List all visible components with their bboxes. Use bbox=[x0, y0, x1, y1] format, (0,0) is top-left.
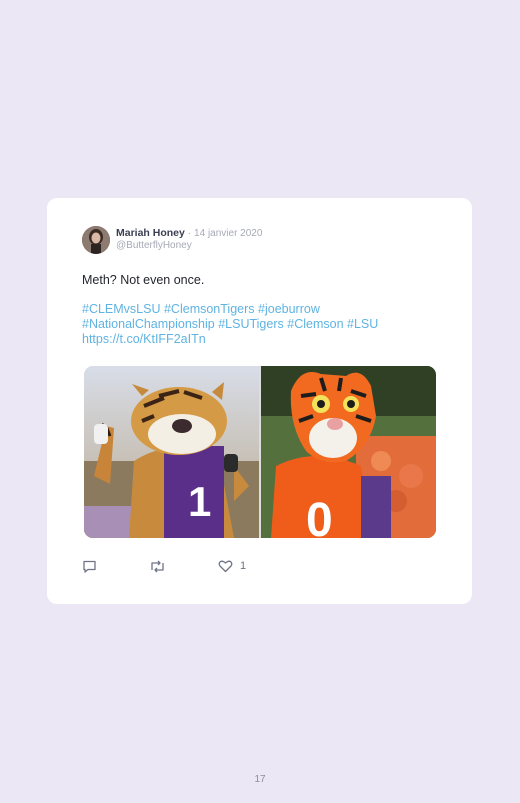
jersey-number: 0 bbox=[306, 494, 333, 538]
tweet-actions: 1 bbox=[82, 558, 282, 576]
separator-dot: · bbox=[187, 228, 192, 239]
retweet-icon bbox=[149, 559, 166, 574]
tweet-date[interactable]: 14 janvier 2020 bbox=[194, 228, 262, 239]
like-count: 1 bbox=[240, 560, 247, 572]
tweet-text: Meth? Not even once. bbox=[82, 273, 205, 287]
hashtag-link[interactable]: #Clemson bbox=[287, 317, 343, 331]
clemson-tiger-mascot-photo[interactable]: 0 bbox=[261, 366, 436, 538]
hashtag-link[interactable]: #CLEMvsLSU bbox=[82, 302, 161, 316]
hashtag-block: #CLEMvsLSU #ClemsonTigers #joeburrow #Na… bbox=[82, 302, 432, 347]
author-line: Mariah Honey · 14 janvier 2020 bbox=[116, 227, 262, 239]
hashtag-link[interactable]: #joeburrow bbox=[258, 302, 320, 316]
author-handle[interactable]: @ButterflyHoney bbox=[116, 240, 192, 251]
lsu-tiger-mascot-photo[interactable]: 1 bbox=[84, 366, 259, 538]
like-button[interactable]: 1 bbox=[218, 558, 246, 574]
heart-icon bbox=[218, 559, 233, 573]
tweet-media[interactable]: 1 0 bbox=[84, 366, 436, 538]
retweet-button[interactable] bbox=[149, 558, 166, 574]
author-name[interactable]: Mariah Honey bbox=[116, 227, 185, 239]
reply-icon bbox=[82, 559, 97, 574]
hashtag-link[interactable]: #LSU bbox=[347, 317, 378, 331]
tweet-link[interactable]: https://t.co/KtIFF2aITn bbox=[82, 332, 206, 346]
author-avatar[interactable] bbox=[82, 226, 110, 254]
hashtag-link[interactable]: #NationalChampionship bbox=[82, 317, 215, 331]
hashtag-link[interactable]: #ClemsonTigers bbox=[164, 302, 255, 316]
tweet-card: Mariah Honey · 14 janvier 2020 @Butterfl… bbox=[47, 198, 472, 604]
hashtag-link[interactable]: #LSUTigers bbox=[218, 317, 284, 331]
reply-button[interactable] bbox=[82, 558, 97, 574]
jersey-number: 1 bbox=[188, 478, 211, 525]
page-number: 17 bbox=[254, 774, 266, 785]
